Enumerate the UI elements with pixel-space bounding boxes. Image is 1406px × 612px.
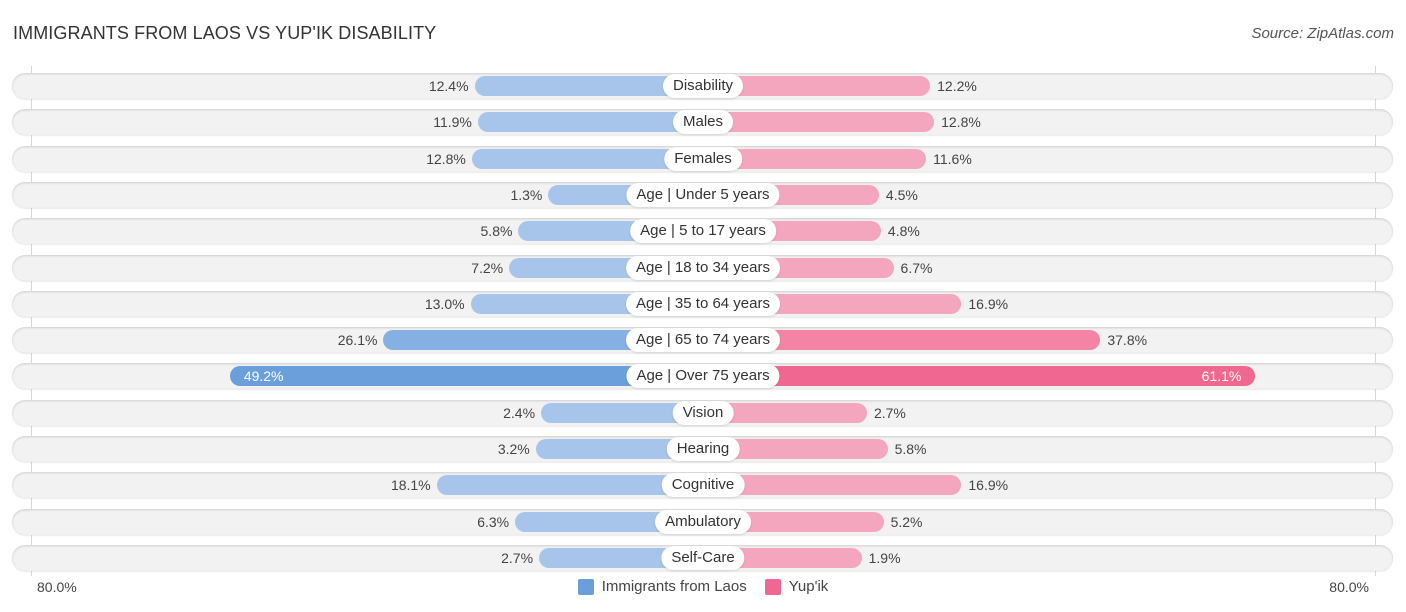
value-label-laos: 3.2% xyxy=(497,441,530,457)
category-label: Vision xyxy=(672,400,734,425)
legend-label-laos: Immigrants from Laos xyxy=(601,578,747,595)
category-label: Age | Over 75 years xyxy=(626,364,780,389)
value-label-laos: 18.1% xyxy=(390,477,431,494)
value-label-laos: 12.4% xyxy=(428,78,469,94)
value-label-yupik: 37.8% xyxy=(1107,332,1148,349)
legend-swatch-laos xyxy=(577,578,594,595)
category-label: Ambulatory xyxy=(655,509,751,534)
value-label-yupik: 4.5% xyxy=(885,186,918,203)
value-label-laos: 13.0% xyxy=(424,295,465,312)
value-label-yupik: 12.2% xyxy=(937,78,977,94)
legend-item-yupik[interactable]: Yup'ik xyxy=(764,578,829,595)
category-label: Age | Under 5 years xyxy=(626,182,780,207)
value-label-yupik: 12.8% xyxy=(941,114,981,131)
bar-yupik[interactable] xyxy=(703,112,935,133)
category-label: Disability xyxy=(662,74,744,98)
legend-item-laos[interactable]: Immigrants from Laos xyxy=(577,578,747,595)
source-label: Source: ZipAtlas.com xyxy=(1251,25,1394,42)
right-gridline xyxy=(1375,66,1376,576)
category-label: Self-Care xyxy=(661,545,745,570)
value-label-laos: 11.9% xyxy=(433,114,472,131)
bar-immigrants-from-laos[interactable] xyxy=(477,112,703,133)
value-label-yupik: 2.7% xyxy=(873,404,906,421)
legend-swatch-yupik xyxy=(764,578,781,595)
category-label: Age | 18 to 34 years xyxy=(626,255,780,280)
value-label-yupik: 16.9% xyxy=(968,295,1009,312)
legend: Immigrants from Laos Yup'ik xyxy=(0,578,1406,595)
legend-label-yupik: Yup'ik xyxy=(788,578,829,595)
value-label-laos: 2.7% xyxy=(501,549,534,566)
value-label-yupik: 5.8% xyxy=(894,441,927,457)
value-label-laos: 12.8% xyxy=(426,150,466,167)
category-label: Age | 35 to 64 years xyxy=(626,291,780,316)
value-label-yupik: 11.6% xyxy=(933,150,972,167)
value-label-laos: 26.1% xyxy=(337,332,378,349)
category-label: Males xyxy=(672,110,734,135)
value-label-laos: 2.4% xyxy=(503,404,536,421)
value-label-yupik: 1.9% xyxy=(868,549,901,566)
category-label: Age | 5 to 17 years xyxy=(630,219,776,244)
category-label: Hearing xyxy=(666,437,740,461)
value-label-yupik: 61.1% xyxy=(1201,368,1242,385)
left-gridline xyxy=(31,66,32,576)
value-label-laos: 5.8% xyxy=(480,223,513,240)
value-label-yupik: 4.8% xyxy=(887,223,920,240)
chart-title: IMMIGRANTS FROM LAOS VS YUP'IK DISABILIT… xyxy=(13,23,437,43)
category-label: Females xyxy=(664,146,742,171)
value-label-laos: 6.3% xyxy=(477,513,510,530)
category-label: Age | 65 to 74 years xyxy=(626,328,780,353)
value-label-yupik: 16.9% xyxy=(968,477,1009,494)
value-label-yupik: 5.2% xyxy=(890,513,923,530)
value-label-laos: 7.2% xyxy=(471,259,504,276)
category-label: Cognitive xyxy=(661,473,745,498)
value-label-yupik: 6.7% xyxy=(900,259,933,276)
bar-yupik[interactable] xyxy=(703,366,1256,387)
value-label-laos: 1.3% xyxy=(510,186,543,203)
value-label-laos: 49.2% xyxy=(243,368,284,385)
